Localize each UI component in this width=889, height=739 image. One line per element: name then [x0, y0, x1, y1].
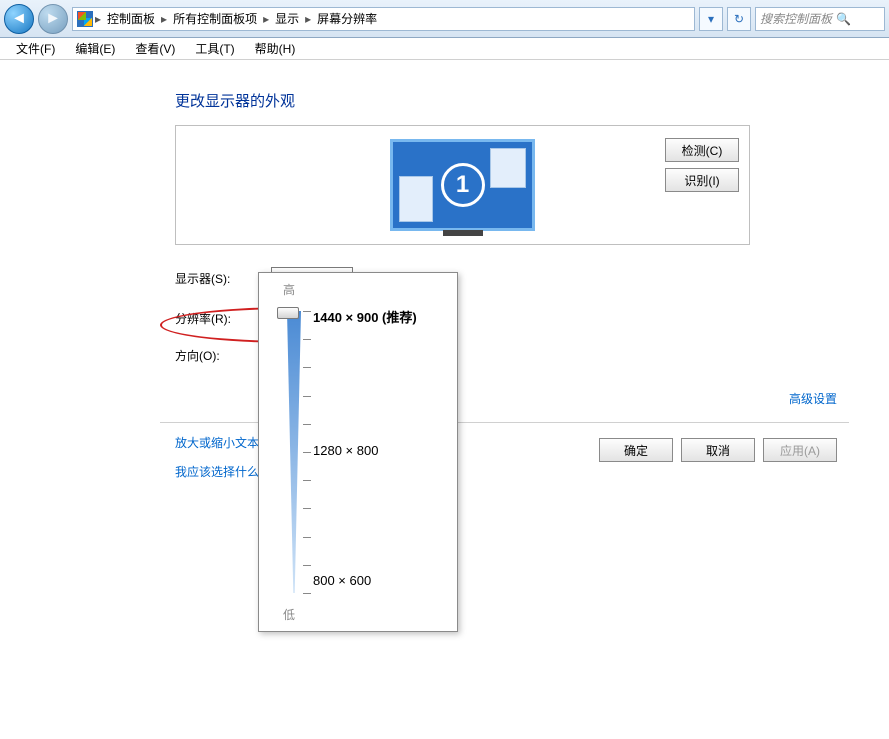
slider-track[interactable] [287, 311, 301, 593]
slider-low-label: 低 [283, 606, 295, 623]
arrow-right-icon: ► [45, 10, 61, 28]
search-icon: 🔍 [836, 12, 851, 26]
page-title: 更改显示器的外观 [175, 90, 849, 111]
breadcrumb-item[interactable]: 显示 [271, 10, 303, 27]
orientation-label: 方向(O): [175, 347, 245, 364]
resolution-option[interactable]: 1280 × 800 [313, 443, 378, 458]
slider-high-label: 高 [283, 281, 295, 298]
chevron-right-icon: ▸ [263, 12, 269, 26]
identify-button[interactable]: 识别(I) [665, 168, 739, 192]
history-dropdown-button[interactable]: ▾ [699, 7, 723, 31]
slider-wedge-icon [287, 311, 301, 593]
chevron-right-icon: ▸ [95, 12, 101, 26]
resolution-option[interactable]: 800 × 600 [313, 573, 371, 588]
breadcrumb-item[interactable]: 所有控制面板项 [169, 10, 261, 27]
detect-button[interactable]: 检测(C) [665, 138, 739, 162]
arrow-left-icon: ◄ [11, 10, 27, 28]
chevron-right-icon: ▸ [305, 12, 311, 26]
advanced-settings-link[interactable]: 高级设置 [789, 390, 837, 407]
menu-file[interactable]: 文件(F) [6, 38, 65, 59]
menu-help[interactable]: 帮助(H) [245, 38, 306, 59]
menu-tools[interactable]: 工具(T) [185, 38, 244, 59]
menu-bar: 文件(F) 编辑(E) 查看(V) 工具(T) 帮助(H) [0, 38, 889, 60]
monitor-number: 1 [441, 163, 485, 207]
breadcrumb-item[interactable]: 屏幕分辨率 [313, 10, 381, 27]
ok-button[interactable]: 确定 [599, 438, 673, 462]
search-placeholder: 搜索控制面板 [760, 10, 832, 27]
resolution-slider-popup: 高 低 1440 × 900 (推荐) 1280 × 800 800 × 600 [258, 272, 458, 632]
explorer-toolbar: ◄ ► ▸ 控制面板 ▸ 所有控制面板项 ▸ 显示 ▸ 屏幕分辨率 ▾ ↻ 搜索… [0, 0, 889, 38]
chevron-right-icon: ▸ [161, 12, 167, 26]
dialog-button-row: 确定 取消 应用(A) [599, 438, 837, 462]
nav-back-button[interactable]: ◄ [4, 4, 34, 34]
apply-button[interactable]: 应用(A) [763, 438, 837, 462]
monitor-thumbnail[interactable]: 1 [390, 139, 535, 231]
resolution-option[interactable]: 1440 × 900 (推荐) [313, 307, 417, 326]
window-icon [399, 176, 433, 222]
cancel-button[interactable]: 取消 [681, 438, 755, 462]
breadcrumb[interactable]: ▸ 控制面板 ▸ 所有控制面板项 ▸ 显示 ▸ 屏幕分辨率 [72, 7, 695, 31]
control-panel-icon [77, 11, 93, 27]
nav-forward-button[interactable]: ► [38, 4, 68, 34]
display-label: 显示器(S): [175, 270, 245, 287]
refresh-button[interactable]: ↻ [727, 7, 751, 31]
resolution-label: 分辨率(R): [175, 310, 245, 327]
menu-view[interactable]: 查看(V) [125, 38, 185, 59]
slider-thumb[interactable] [277, 307, 299, 319]
menu-edit[interactable]: 编辑(E) [65, 38, 125, 59]
breadcrumb-item[interactable]: 控制面板 [103, 10, 159, 27]
display-preview-panel: 1 检测(C) 识别(I) [175, 125, 750, 245]
search-input[interactable]: 搜索控制面板 🔍 [755, 7, 885, 31]
window-icon [490, 148, 526, 188]
